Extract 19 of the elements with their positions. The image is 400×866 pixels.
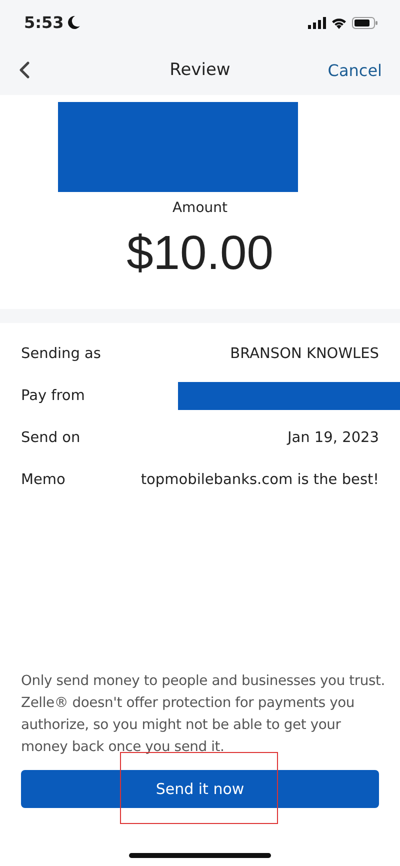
amount-value: $10.00	[126, 226, 274, 281]
disclaimer-text: Only send money to people and businesses you trust. Zelle® doesn't offer protection for payments you authorize, so you might not be able to get your money back once you send it.	[20, 672, 386, 757]
screen-title: Review	[170, 60, 230, 80]
amount-label: Amount	[172, 200, 228, 216]
wifi-icon	[331, 16, 347, 28]
cancel-button[interactable]: Cancel	[328, 60, 382, 80]
detail-label: Send on	[21, 430, 80, 446]
send-button[interactable]: Send it now	[21, 770, 379, 808]
back-icon[interactable]	[18, 61, 30, 79]
detail-label: Memo	[21, 472, 66, 488]
moon-icon	[68, 16, 80, 29]
signal-icon	[308, 16, 326, 28]
detail-value: BRANSON KNOWLES	[230, 346, 379, 362]
battery-icon	[352, 16, 378, 28]
detail-label: Pay from	[21, 388, 85, 404]
status-time: 5:53	[24, 13, 64, 32]
detail-value: Jan 19, 2023	[287, 430, 379, 446]
detail-value: topmobilebanks.com is the best!	[140, 472, 379, 488]
detail-label: Sending as	[21, 346, 101, 362]
